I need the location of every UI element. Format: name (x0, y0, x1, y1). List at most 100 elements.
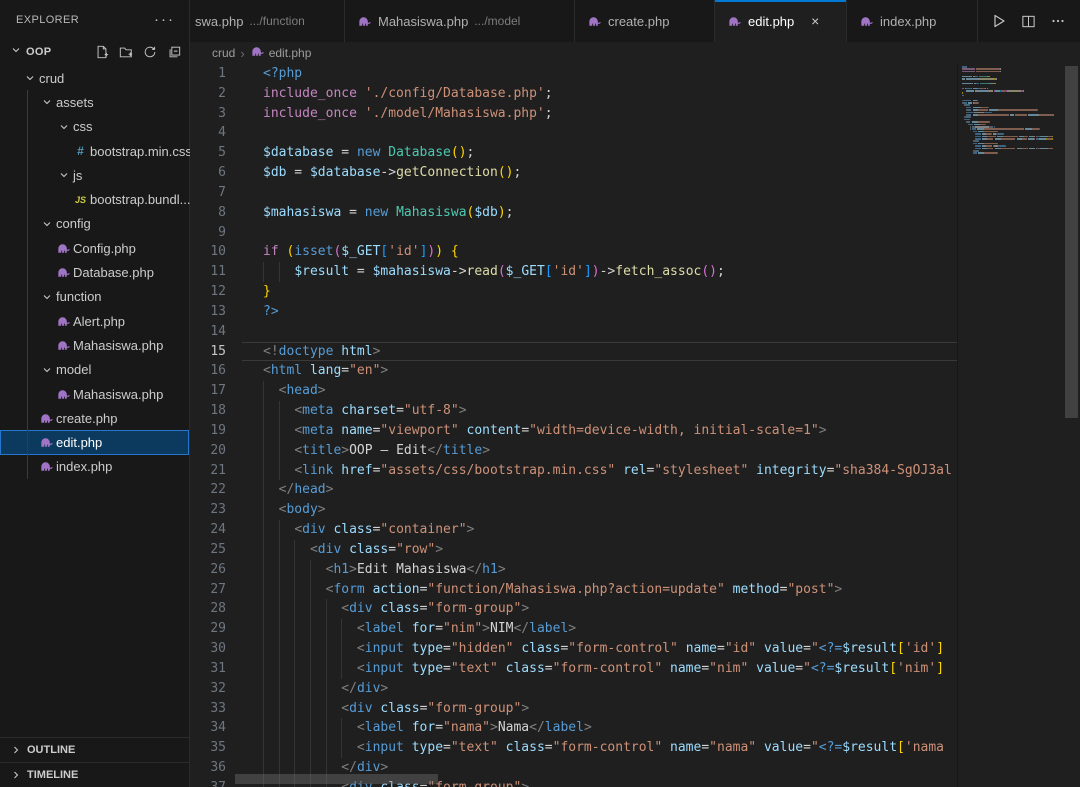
new-file-icon[interactable] (95, 45, 109, 59)
outline-panel-header[interactable]: OUTLINE (0, 737, 189, 762)
tree-item-alert.php[interactable]: Alert.php (0, 309, 189, 333)
code-line[interactable]: 30 <input type="hidden" class="form-cont… (190, 639, 957, 659)
tree-item-model[interactable]: model (0, 358, 189, 382)
code-line[interactable]: 32 </div> (190, 679, 957, 699)
chevron-down-icon (24, 72, 36, 84)
code-line[interactable]: 16<html lang="en"> (190, 361, 957, 381)
close-tab-icon[interactable]: × (806, 12, 824, 30)
tree-item-index.php[interactable]: index.php (0, 455, 189, 479)
code-line[interactable]: 12} (190, 282, 957, 302)
code-line[interactable]: 5$database = new Database(); (190, 143, 957, 163)
code-line[interactable]: 29 <label for="nim">NIM</label> (190, 619, 957, 639)
tab-edit.php[interactable]: edit.php× (715, 0, 847, 42)
refresh-icon[interactable] (143, 45, 157, 59)
timeline-panel-header[interactable]: TIMELINE (0, 762, 189, 787)
line-number: 20 (190, 441, 242, 461)
code-line[interactable]: 21 <link href="assets/css/bootstrap.min.… (190, 461, 957, 481)
code-line[interactable]: 22 </head> (190, 480, 957, 500)
tree-item-js[interactable]: js (0, 163, 189, 187)
more-actions-button[interactable] (1050, 13, 1066, 29)
tree-item-create.php[interactable]: create.php (0, 406, 189, 430)
code-line[interactable]: 11 $result = $mahasiswa->read($_GET['id'… (190, 262, 957, 282)
split-editor-button[interactable] (1021, 14, 1036, 29)
php-file-icon (859, 14, 874, 29)
minimap[interactable] (957, 64, 1064, 787)
workspace-section-header[interactable]: OOP (0, 40, 189, 64)
line-number: 35 (190, 738, 242, 758)
split-editor-icon[interactable] (1021, 14, 1036, 29)
code-line[interactable]: 10if (isset($_GET['id'])) { (190, 242, 957, 262)
code-line[interactable]: 18 <meta charset="utf-8"> (190, 401, 957, 421)
collapse-all-icon[interactable] (167, 45, 181, 59)
line-number: 33 (190, 699, 242, 719)
line-number: 8 (190, 203, 242, 223)
code-line[interactable]: 13?> (190, 302, 957, 322)
code-line[interactable]: 34 <label for="nama">Nama</label> (190, 718, 957, 738)
line-number: 30 (190, 639, 242, 659)
tab-create.php[interactable]: create.php (575, 0, 715, 42)
breadcrumb-folder[interactable]: crud (212, 46, 235, 60)
new-file-button[interactable] (95, 45, 109, 59)
code-content[interactable]: 1<?php2include_once './config/Database.p… (190, 64, 957, 787)
code-line[interactable]: 25 <div class="row"> (190, 540, 957, 560)
tree-item-crud[interactable]: crud (0, 66, 189, 90)
code-line[interactable]: 17 <head> (190, 381, 957, 401)
code-line[interactable]: 2include_once './config/Database.php'; (190, 84, 957, 104)
tree-item-assets[interactable]: assets (0, 90, 189, 114)
tree-item-config[interactable]: config (0, 212, 189, 236)
code-line[interactable]: 35 <input type="text" class="form-contro… (190, 738, 957, 758)
tab-swa.php[interactable]: swa.php.../function (190, 0, 345, 42)
code-line[interactable]: 33 <div class="form-group"> (190, 699, 957, 719)
tree-item-database.php[interactable]: Database.php (0, 260, 189, 284)
code-line[interactable]: 19 <meta name="viewport" content="width=… (190, 421, 957, 441)
breadcrumb: crud › edit.php (190, 42, 1080, 64)
code-line[interactable]: 3include_once './model/Mahasiswa.php'; (190, 104, 957, 124)
refresh-explorer-button[interactable] (143, 45, 157, 59)
chevron-down-icon (58, 121, 70, 133)
tree-item-css[interactable]: css (0, 115, 189, 139)
run-button[interactable] (991, 13, 1007, 29)
code-line[interactable]: 9 (190, 223, 957, 243)
run-icon[interactable] (991, 13, 1007, 29)
code-line[interactable]: 14 (190, 322, 957, 342)
collapse-folders-button[interactable] (167, 45, 181, 59)
more-actions-icon[interactable] (1050, 13, 1066, 29)
chevron-down-icon (41, 96, 53, 108)
breadcrumb-file[interactable]: edit.php (250, 44, 312, 62)
editor-actions (978, 0, 1080, 42)
code-editor[interactable]: 1<?php2include_once './config/Database.p… (190, 64, 1080, 787)
code-line[interactable]: 26 <h1>Edit Mahasiswa</h1> (190, 560, 957, 580)
php-file-icon (250, 44, 265, 62)
new-folder-icon[interactable] (119, 45, 133, 59)
code-line[interactable]: 1<?php (190, 64, 957, 84)
tree-item-function[interactable]: function (0, 285, 189, 309)
code-line[interactable]: 24 <div class="container"> (190, 520, 957, 540)
code-line[interactable]: 15<!doctype html> (190, 342, 957, 362)
tree-item-edit.php[interactable]: edit.php (0, 430, 189, 454)
chevron-down-icon (41, 218, 53, 230)
tree-item-config.php[interactable]: Config.php (0, 236, 189, 260)
horizontal-scrollbar[interactable] (235, 774, 438, 784)
code-line[interactable]: 8$mahasiswa = new Mahasiswa($db); (190, 203, 957, 223)
code-line[interactable]: 6$db = $database->getConnection(); (190, 163, 957, 183)
tree-item-bootstrap.bundl...[interactable]: JSbootstrap.bundl... (0, 187, 189, 211)
code-line[interactable]: 23 <body> (190, 500, 957, 520)
tab-Mahasiswa.php[interactable]: Mahasiswa.php.../model (345, 0, 575, 42)
code-line[interactable]: 4 (190, 123, 957, 143)
tree-item-bootstrap.min.css[interactable]: #bootstrap.min.css (0, 139, 189, 163)
code-line[interactable]: 27 <form action="function/Mahasiswa.php?… (190, 580, 957, 600)
code-line[interactable]: 7 (190, 183, 957, 203)
chevron-down-icon (10, 43, 22, 61)
line-number: 22 (190, 480, 242, 500)
tab-path-hint: .../function (249, 14, 304, 28)
explorer-more-actions-icon[interactable]: ··· (154, 15, 175, 25)
vertical-scrollbar[interactable] (1065, 66, 1078, 418)
tree-item-mahasiswa.php[interactable]: Mahasiswa.php (0, 333, 189, 357)
code-line[interactable]: 31 <input type="text" class="form-contro… (190, 659, 957, 679)
code-line[interactable]: 28 <div class="form-group"> (190, 599, 957, 619)
new-folder-button[interactable] (119, 45, 133, 59)
tab-index.php[interactable]: index.php (847, 0, 978, 42)
line-number: 26 (190, 560, 242, 580)
tree-item-mahasiswa.php[interactable]: Mahasiswa.php (0, 382, 189, 406)
code-line[interactable]: 20 <title>OOP – Edit</title> (190, 441, 957, 461)
